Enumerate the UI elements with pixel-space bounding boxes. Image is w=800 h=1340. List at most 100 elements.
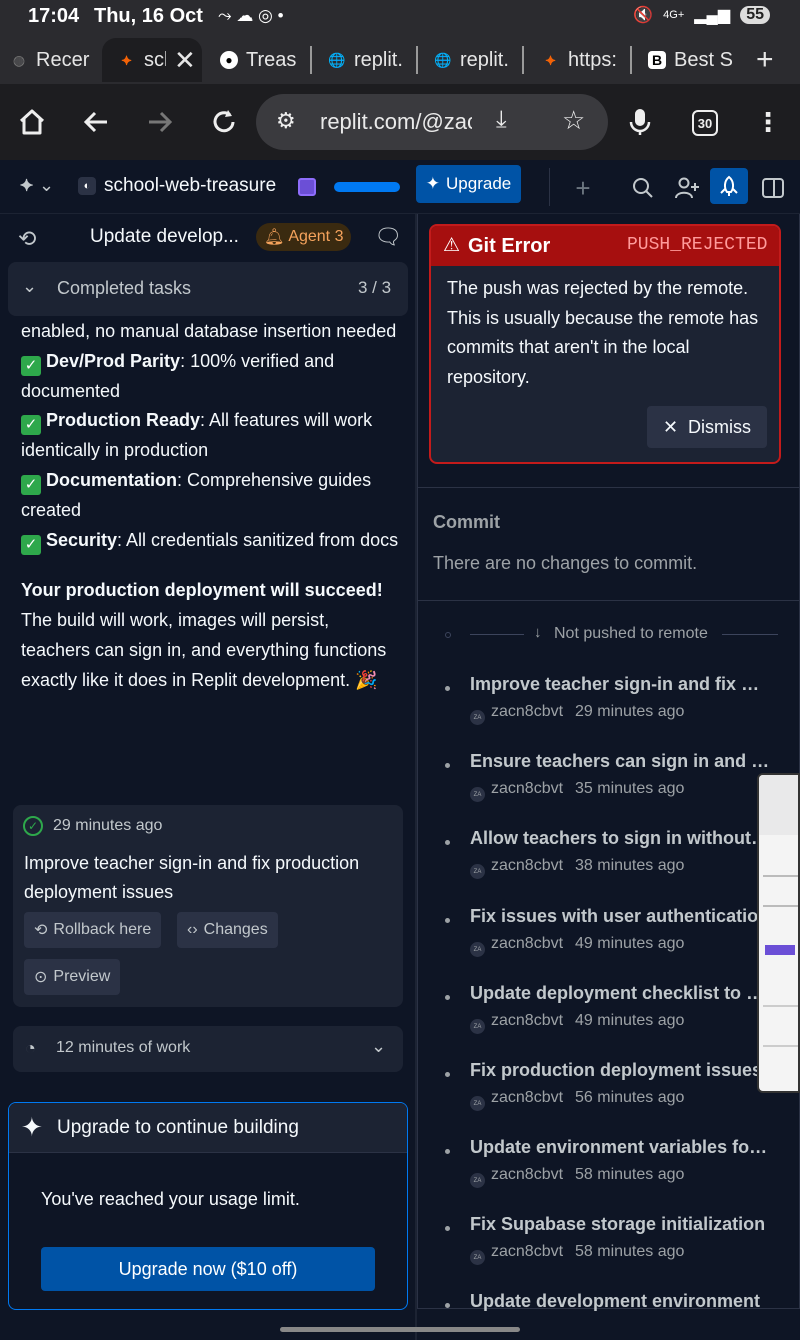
commit-item[interactable]: Update environment variables for product…	[418, 1127, 800, 1204]
work-duration-row[interactable]: ◔ 12 minutes of work ⌄	[13, 1026, 403, 1072]
reload-button[interactable]	[200, 98, 248, 146]
commit-dot	[445, 918, 450, 923]
forward-button[interactable]	[136, 98, 184, 146]
checklist-item: ✓ Dev/Prod Parity: 100% verified and docu…	[21, 347, 401, 407]
sidebar-icon	[762, 178, 784, 198]
home-button[interactable]	[8, 98, 56, 146]
checkpoint-card: ✓ 29 minutes ago Improve teacher sign-in…	[13, 805, 403, 1007]
bold-b-favicon-icon: B	[648, 51, 666, 69]
dismiss-button[interactable]: ✕ Dismiss	[647, 406, 767, 448]
browser-tab[interactable]: B Best S	[648, 38, 734, 82]
commit-dot	[445, 1226, 450, 1231]
project-name[interactable]: school-web-treasure	[104, 175, 276, 197]
deployments-button[interactable]	[710, 168, 748, 204]
preview-button[interactable]: ⊙ Preview	[24, 959, 121, 995]
tab-label: Treas	[246, 48, 297, 71]
bell-icon: 🔔︎	[264, 229, 285, 246]
toggle-panel-button[interactable]	[758, 173, 788, 203]
section-divider	[418, 487, 800, 488]
tab-label: replit.	[354, 48, 403, 71]
address-bar[interactable]: ⚙ replit.com/@zac ⤓ ☆	[256, 94, 608, 150]
chat-title[interactable]: Update develop...	[90, 226, 239, 248]
commit-time: 56 minutes ago	[575, 1089, 685, 1106]
tab-close-icon[interactable]: ✕	[174, 45, 196, 76]
floating-window-thumbnail[interactable]	[757, 773, 800, 1093]
sparkle-icon: ✦	[21, 1112, 43, 1142]
commit-item[interactable]: Update deployment checklist to reflect c…	[418, 973, 800, 1050]
checklist-title: Production Ready	[46, 410, 201, 431]
checklist-item: ✓ Security: All credentials sanitized fro…	[21, 526, 401, 556]
search-button[interactable]	[628, 173, 658, 203]
timeline-start-dot	[445, 632, 451, 638]
tab-divider	[522, 46, 524, 74]
tab-label: replit.	[460, 48, 509, 71]
agent-badge[interactable]: 🔔︎ Agent 3	[256, 223, 352, 251]
browser-menu-button[interactable]: ⋮	[744, 98, 792, 146]
header-divider	[549, 168, 550, 206]
install-app-icon[interactable]: ⤓	[496, 106, 507, 134]
browser-tab[interactable]: ⯌ https:	[542, 38, 626, 82]
tab-label: Best S	[674, 48, 733, 71]
commit-item[interactable]: Fix Supabase storage initialization ZA z…	[418, 1204, 800, 1281]
add-tab-button[interactable]: +	[568, 173, 598, 203]
commit-item[interactable]: Allow teachers to sign in without extra …	[418, 818, 800, 895]
thumbnail-accent	[765, 945, 795, 955]
browser-tab-active[interactable]: ⯌ scl ✕	[102, 38, 202, 82]
new-tab-button[interactable]: +	[756, 38, 796, 82]
checklist-title: Security	[46, 529, 118, 550]
no-changes-message: There are no changes to commit.	[433, 553, 698, 573]
commit-item[interactable]: Ensure teachers can sign in and view dat…	[418, 741, 800, 818]
invite-button[interactable]	[672, 173, 702, 203]
replit-logo-menu[interactable]: ⯌ ⌄	[20, 175, 54, 196]
upgrade-now-button[interactable]: Upgrade now ($10 off)	[41, 1247, 375, 1291]
browser-tab[interactable]: ● Treas	[220, 38, 306, 82]
commit-item[interactable]: Fix issues with user authentication ZA z…	[418, 896, 800, 973]
git-error-title: Git Error	[468, 235, 551, 257]
commit-author: zacn8cbvt	[491, 703, 564, 720]
commit-dot	[445, 1149, 450, 1154]
commit-item[interactable]: Fix production deployment issues ZA zacn…	[418, 1050, 800, 1127]
more-vertical-icon: ⋮	[755, 106, 781, 137]
plus-icon: +	[575, 172, 591, 203]
voice-search-button[interactable]	[616, 98, 664, 146]
site-settings-icon[interactable]: ⚙	[276, 108, 296, 134]
sparkle-icon: ✦	[425, 174, 441, 193]
commit-time: 49 minutes ago	[575, 1012, 685, 1029]
rollback-label: Rollback here	[53, 921, 152, 938]
changes-button[interactable]: ‹› Changes	[177, 912, 278, 948]
code-icon: ‹›	[187, 921, 198, 938]
system-icons: 🔇 4G+ ▂▄▆ 55	[633, 5, 770, 25]
browser-tab[interactable]: ◍ Recer	[10, 38, 90, 82]
commit-time: 58 minutes ago	[575, 1166, 685, 1183]
git-error-header: ⚠ Git Error PUSH_REJECTED	[431, 226, 779, 266]
gesture-home-bar[interactable]	[280, 1327, 520, 1332]
commit-item[interactable]: Improve teacher sign-in and fix producti…	[418, 664, 800, 741]
back-button[interactable]	[72, 98, 120, 146]
new-chat-icon[interactable]: 🗨︎	[374, 224, 402, 250]
thumbnail-line	[763, 905, 798, 907]
completed-tasks-header[interactable]: ⌄ Completed tasks 3 / 3	[8, 262, 408, 316]
commit-item[interactable]: Update development environment	[418, 1281, 800, 1311]
check-circle-icon: ✓	[23, 816, 43, 836]
checkpoint-time: 29 minutes ago	[53, 817, 163, 834]
tab-favicon-icon: ◍	[12, 51, 26, 68]
battery-indicator: 55	[740, 6, 770, 24]
git-panel: ⚠ Git Error PUSH_REJECTED The push was r…	[417, 214, 800, 1340]
preview-icon: ⊙	[34, 969, 48, 986]
reload-icon	[213, 110, 235, 133]
author-avatar: ZA	[470, 787, 485, 802]
tab-switcher-button[interactable]: 30	[692, 110, 718, 136]
rollback-button[interactable]: ⟲ Rollback here	[24, 912, 162, 948]
tab-label: Recer	[36, 48, 90, 71]
git-panel-frame: ⚠ Git Error PUSH_REJECTED The push was r…	[417, 214, 800, 1311]
author-avatar: ZA	[470, 1173, 485, 1188]
tab-divider	[416, 46, 418, 74]
browser-tab[interactable]: 🌐 replit.	[328, 38, 412, 82]
upgrade-button[interactable]: ✦ Upgrade	[416, 165, 521, 203]
browser-tab[interactable]: 🌐 replit.	[434, 38, 518, 82]
dismiss-label: Dismiss	[688, 416, 752, 437]
chat-header: ⟲ Update develop... 🔔︎ Agent 3 🗨︎	[0, 214, 415, 260]
checklist-text: : All credentials sanitized from docs	[117, 529, 399, 550]
star-icon[interactable]: ☆	[562, 105, 585, 136]
history-icon[interactable]: ⟲	[18, 226, 36, 252]
